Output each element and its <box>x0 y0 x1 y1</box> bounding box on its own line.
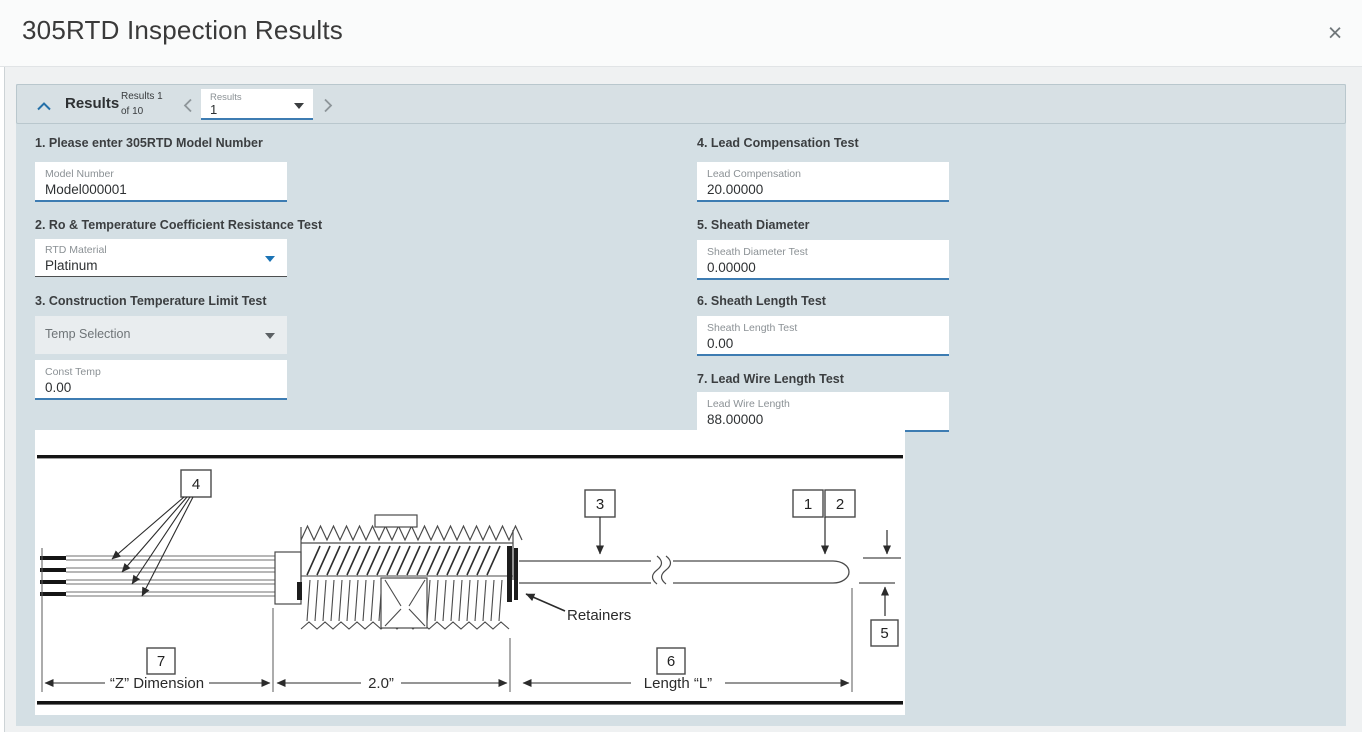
sheath-length-label: Sheath Length Test <box>707 321 939 335</box>
caret-down-icon <box>265 256 275 262</box>
callout-2: 2 <box>836 496 844 513</box>
page-title: 305RTD Inspection Results <box>22 15 343 46</box>
question-3: 3. Construction Temperature Limit Test <box>35 294 267 308</box>
chevron-left-icon[interactable] <box>183 98 193 118</box>
rtd-material-select[interactable]: RTD Material Platinum <box>35 239 287 277</box>
lead-wire-length-input[interactable]: Lead Wire Length 88.00000 <box>697 392 949 432</box>
hex-length-label: 2.0” <box>368 675 394 692</box>
rtd-material-value: Platinum <box>45 257 277 274</box>
sheath-diameter-label: Sheath Diameter Test <box>707 245 939 259</box>
sheath-length-input[interactable]: Sheath Length Test 0.00 <box>697 316 949 356</box>
lead-compensation-input[interactable]: Lead Compensation 20.00000 <box>697 162 949 202</box>
callout-1: 1 <box>804 496 812 513</box>
question-6: 6. Sheath Length Test <box>697 294 826 308</box>
const-temp-input[interactable]: Const Temp 0.00 <box>35 360 287 400</box>
question-5: 5. Sheath Diameter <box>697 218 810 232</box>
rtd-probe-diagram: 4 3 1 2 5 <box>35 430 905 715</box>
results-counter: Results 1 of 10 <box>121 89 163 119</box>
question-4: 4. Lead Compensation Test <box>697 136 859 150</box>
caret-down-icon <box>265 333 275 339</box>
lead-compensation-label: Lead Compensation <box>707 167 939 181</box>
results-selector-label: Results <box>210 92 304 103</box>
results-section-header: Results Results 1 of 10 Results 1 <box>16 84 1346 124</box>
results-panel: Results Results 1 of 10 Results 1 1. Ple… <box>16 84 1346 726</box>
model-number-label: Model Number <box>45 167 277 181</box>
close-icon[interactable]: × <box>1320 18 1350 48</box>
results-counter-line2: of 10 <box>121 104 163 119</box>
callout-4: 4 <box>192 476 200 493</box>
sheath-length-value: 0.00 <box>707 335 939 352</box>
length-l-label: Length “L” <box>644 675 712 692</box>
sheath-diameter-input[interactable]: Sheath Diameter Test 0.00000 <box>697 240 949 280</box>
const-temp-label: Const Temp <box>45 365 277 379</box>
question-7: 7. Lead Wire Length Test <box>697 372 844 386</box>
dialog-header: 305RTD Inspection Results × <box>0 0 1362 67</box>
callout-6: 6 <box>667 653 675 670</box>
callout-3: 3 <box>596 496 604 513</box>
lead-wire-length-label: Lead Wire Length <box>707 397 939 411</box>
temp-selection-label: Temp Selection <box>45 320 277 341</box>
callout-5: 5 <box>880 625 888 642</box>
chevron-right-icon[interactable] <box>323 98 333 118</box>
section-title: Results <box>65 95 119 112</box>
lead-compensation-value: 20.00000 <box>707 181 939 198</box>
chevron-up-icon[interactable] <box>37 98 51 116</box>
retainers-label: Retainers <box>567 607 631 624</box>
results-counter-line1: Results 1 <box>121 89 163 104</box>
results-selector-value: 1 <box>210 103 304 117</box>
left-edge-gutter <box>0 67 5 732</box>
question-2: 2. Ro & Temperature Coefficient Resistan… <box>35 218 322 232</box>
model-number-input[interactable]: Model Number Model000001 <box>35 162 287 202</box>
lead-wire-length-value: 88.00000 <box>707 411 939 428</box>
caret-down-icon <box>294 103 304 109</box>
z-dimension-label: “Z” Dimension <box>110 675 204 692</box>
rtd-material-label: RTD Material <box>45 243 277 257</box>
question-1: 1. Please enter 305RTD Model Number <box>35 136 263 150</box>
callout-7: 7 <box>157 653 165 670</box>
inspection-results-dialog: 305RTD Inspection Results × Results Resu… <box>0 0 1362 732</box>
results-selector[interactable]: Results 1 <box>201 89 313 120</box>
sheath-diameter-value: 0.00000 <box>707 259 939 276</box>
model-number-value: Model000001 <box>45 181 277 198</box>
const-temp-value: 0.00 <box>45 379 277 396</box>
temp-selection-select[interactable]: Temp Selection <box>35 316 287 354</box>
